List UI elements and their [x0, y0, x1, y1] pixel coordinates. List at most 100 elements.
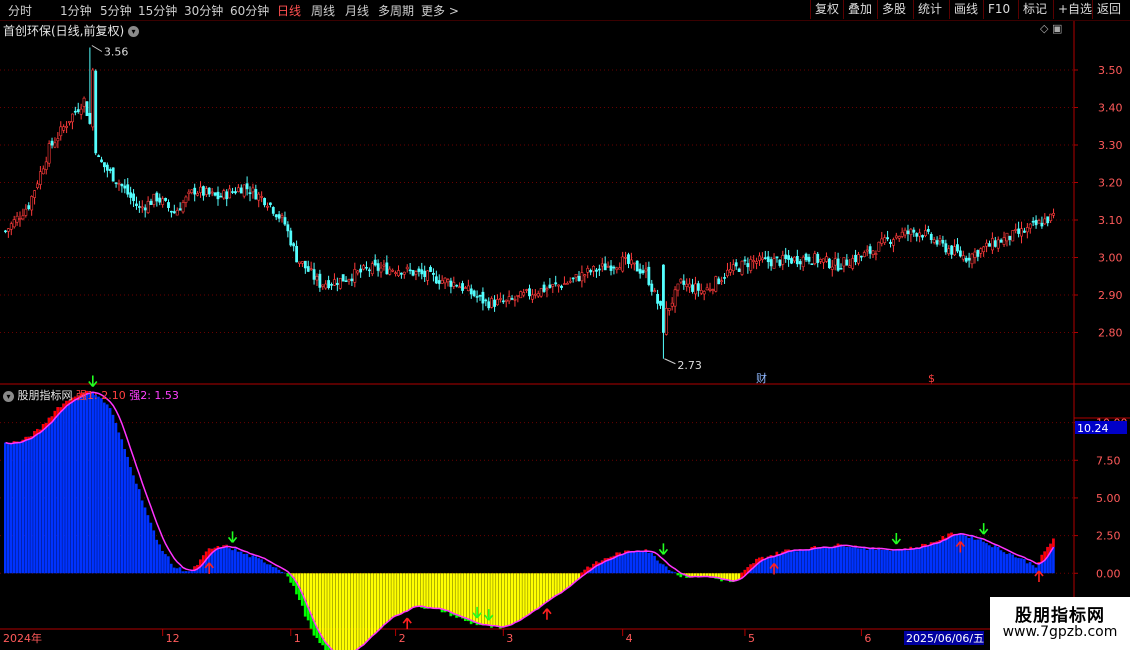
window-icon[interactable]: ▣ [1052, 22, 1062, 35]
candle-body [365, 266, 368, 269]
indicator-bar-positive [85, 390, 89, 574]
candle-body [504, 299, 508, 302]
candle-body [301, 261, 304, 264]
indicator-bar-positive [894, 548, 898, 574]
toolbar-button-6[interactable]: 标记 [1018, 0, 1051, 19]
period-tab-3[interactable]: 15分钟 [138, 2, 177, 19]
indicator-bar-positive [242, 553, 246, 574]
toolbar-button-1[interactable]: 叠加 [843, 0, 876, 19]
period-tab-9[interactable]: 多周期 [378, 2, 414, 19]
indicator-bar-positive [102, 402, 106, 574]
period-tab-10[interactable]: 更多 > [421, 2, 459, 19]
chevron-down-icon[interactable]: ▾ [3, 390, 14, 402]
candle-body [333, 279, 336, 286]
candle-body [432, 272, 435, 275]
candle-body [731, 264, 735, 271]
candle-body [836, 258, 840, 271]
candle-body [522, 292, 526, 296]
period-tab-1[interactable]: 1分钟 [60, 2, 92, 19]
indicator-bar-positive [70, 397, 74, 574]
candle-body [909, 228, 913, 236]
candle-body [111, 167, 115, 182]
candle-body [356, 270, 360, 274]
candle-body [874, 253, 878, 255]
chevron-down-icon[interactable]: ▾ [128, 26, 140, 37]
candle-body [283, 217, 287, 225]
candle-body [455, 284, 459, 287]
candle-body [469, 288, 473, 295]
candle-body [490, 298, 494, 308]
candle-body [944, 243, 948, 253]
stock-chart[interactable]: 3.50 3.40 3.30 3.20 3.10 3.00 2.90 2.80 3.56 2.73… [0, 0, 1130, 650]
indicator-bar-negative [726, 573, 729, 580]
candle-body [612, 266, 616, 269]
candle-body [717, 278, 721, 285]
period-tab-6[interactable]: 日线 [277, 2, 301, 19]
candle-body [795, 256, 799, 265]
candle-body [36, 183, 39, 189]
candle-body [312, 269, 316, 280]
candle-body [140, 206, 144, 209]
toolbar-button-7[interactable]: +自选 [1053, 0, 1096, 19]
candle-body [961, 255, 965, 260]
candle-body [609, 265, 613, 271]
candle-body [190, 189, 194, 194]
indicator-bar-positive [810, 546, 814, 574]
toolbar-button-3[interactable]: 统计 [913, 0, 946, 19]
candle-body [493, 299, 496, 307]
candle-body [627, 254, 630, 264]
indicator-bar-positive [664, 566, 668, 574]
candle-body [472, 290, 476, 297]
period-tab-4[interactable]: 30分钟 [184, 2, 223, 19]
candle-body [778, 259, 782, 266]
indicator-bar-negative [327, 573, 330, 646]
indicator-bar-positive [781, 551, 784, 574]
candle-body [979, 248, 983, 254]
candle-body [679, 278, 683, 283]
toolbar-button-5[interactable]: F10 [983, 0, 1014, 19]
candle-body [292, 243, 296, 247]
candle-body [728, 269, 732, 273]
indicator-strength-fill [1052, 538, 1055, 548]
indicator-bar-positive [926, 545, 930, 574]
candle-body [56, 138, 60, 142]
indicator-bar-positive [175, 568, 179, 574]
indicator-bar-positive [1020, 558, 1023, 574]
candle-body [306, 266, 310, 272]
candle-body [475, 296, 479, 298]
candle-body [338, 277, 342, 289]
indicator-bar-positive [862, 547, 866, 574]
toolbar-button-8[interactable]: 返回 [1092, 0, 1125, 19]
candle-body [557, 284, 561, 287]
month-label: 1 [294, 632, 301, 645]
indicator-bar-positive [848, 546, 851, 574]
candle-body [595, 269, 598, 272]
diamond-icon[interactable]: ◇ [1040, 22, 1048, 35]
toolbar-button-0[interactable]: 复权 [810, 0, 843, 19]
candle-body [429, 266, 432, 272]
period-tab-7[interactable]: 周线 [311, 2, 335, 19]
indicator-bar-positive [670, 571, 674, 574]
toolbar-button-2[interactable]: 多股 [877, 0, 910, 19]
period-tab-0[interactable]: 分时 [8, 2, 32, 19]
candle-body [816, 253, 820, 263]
indicator-bar-positive [950, 532, 953, 574]
period-tab-8[interactable]: 月线 [345, 2, 369, 19]
candle-body [647, 266, 651, 285]
candle-body [44, 161, 48, 170]
indicator-bar-positive [137, 489, 141, 574]
candle-body [970, 253, 974, 265]
indicator-bar-positive [857, 548, 860, 574]
candle-body [1005, 232, 1009, 242]
period-tab-2[interactable]: 5分钟 [100, 2, 132, 19]
candle-body [71, 113, 74, 123]
indicator-bar-positive [135, 483, 138, 574]
indicator-bar-positive [932, 542, 936, 574]
price-tick-label: 3.20 [1098, 177, 1123, 190]
candle-body [388, 268, 392, 275]
period-tab-5[interactable]: 60分钟 [230, 2, 269, 19]
toolbar-button-4[interactable]: 画线 [949, 0, 982, 19]
price-tick-label: 2.80 [1098, 327, 1123, 340]
high-marker-line [91, 45, 103, 52]
indicator-bar-positive [47, 417, 51, 574]
